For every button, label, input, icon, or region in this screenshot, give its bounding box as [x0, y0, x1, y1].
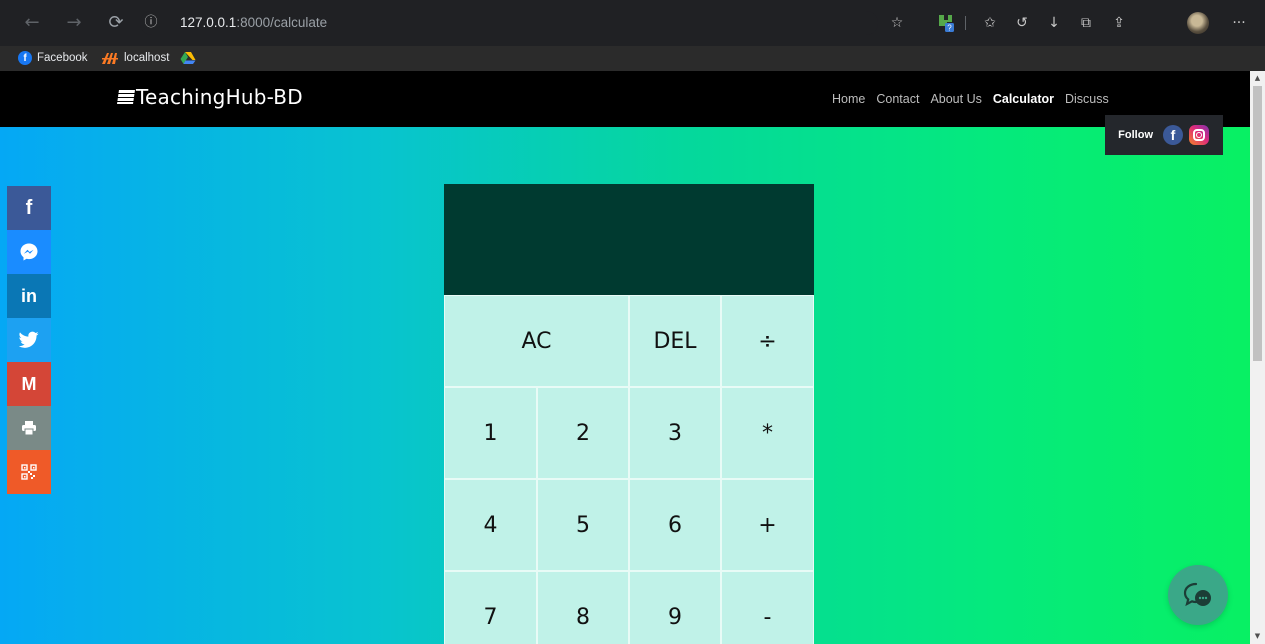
key-1[interactable]: 1 [444, 387, 537, 479]
scroll-down-arrow[interactable]: ▼ [1250, 629, 1265, 644]
back-button[interactable]: ← [20, 8, 44, 38]
xampp-icon [102, 53, 118, 64]
qrcode-icon [21, 464, 37, 480]
key-8[interactable]: 8 [537, 571, 629, 644]
calculator-display [444, 184, 814, 295]
svg-text:?: ? [947, 24, 952, 33]
key-multiply[interactable]: * [721, 387, 814, 479]
twitter-icon [19, 331, 39, 348]
toolbar-divider [965, 16, 966, 30]
key-5[interactable]: 5 [537, 479, 629, 571]
print-icon [22, 421, 36, 436]
instagram-follow-icon[interactable] [1189, 125, 1209, 145]
forward-button[interactable]: → [62, 8, 86, 38]
share-messenger-button[interactable] [7, 230, 51, 274]
chat-button[interactable] [1168, 565, 1228, 625]
google-drive-icon [180, 52, 196, 64]
follow-label: Follow [1118, 129, 1153, 141]
browser-toolbar: ← → ⟳ ⓘ 127.0.0.1:8000/calculate ☆ ? ✩ ↺… [0, 0, 1265, 46]
scroll-up-arrow[interactable]: ▲ [1250, 71, 1265, 86]
share-linkedin-button[interactable]: in [7, 274, 51, 318]
address-bar[interactable]: ⓘ 127.0.0.1:8000/calculate [140, 11, 878, 35]
favorites-icon[interactable]: ✩ [979, 12, 1001, 34]
nav-link-contact[interactable]: Contact [876, 92, 919, 106]
share-icon[interactable]: ⇪ [1108, 12, 1130, 34]
key-divide[interactable]: ÷ [721, 295, 814, 387]
chat-icon [1183, 582, 1211, 607]
key-6[interactable]: 6 [629, 479, 721, 571]
brand-logo[interactable]: TeachingHub-BD [117, 85, 303, 109]
bookmark-localhost[interactable]: localhost [101, 49, 169, 67]
key-del[interactable]: DEL [629, 295, 721, 387]
nav-links: Home Contact About Us Calculator Discuss [832, 92, 1109, 106]
bookmark-facebook[interactable]: f Facebook [18, 49, 88, 67]
page-viewport: TeachingHub-BD Home Contact About Us Cal… [0, 71, 1265, 644]
nav-link-discuss[interactable]: Discuss [1065, 92, 1109, 106]
history-icon[interactable]: ↺ [1011, 12, 1033, 34]
site-info-icon[interactable]: ⓘ [140, 12, 162, 34]
share-print-button[interactable] [7, 406, 51, 450]
book-stack-icon [117, 90, 135, 104]
reload-button[interactable]: ⟳ [104, 8, 128, 38]
scrollbar-thumb[interactable] [1253, 86, 1262, 361]
url-path: :8000/calculate [236, 15, 328, 30]
key-9[interactable]: 9 [629, 571, 721, 644]
follow-box: Follow f [1105, 115, 1223, 155]
key-ac[interactable]: AC [444, 295, 629, 387]
share-qrcode-button[interactable] [7, 450, 51, 494]
menu-icon[interactable]: ··· [1228, 12, 1250, 34]
key-2[interactable]: 2 [537, 387, 629, 479]
messenger-icon [20, 243, 38, 261]
page-scrollbar[interactable]: ▲ ▼ [1250, 71, 1265, 644]
collections-icon[interactable]: ⧉ [1075, 12, 1097, 34]
url-text[interactable]: 127.0.0.1:8000/calculate [180, 15, 327, 30]
bookmark-label: localhost [124, 52, 170, 64]
site-navbar: TeachingHub-BD Home Contact About Us Cal… [0, 71, 1250, 127]
facebook-icon: f [18, 51, 32, 65]
share-gmail-button[interactable]: M [7, 362, 51, 406]
linkedin-icon: in [21, 285, 37, 306]
bookmark-google-drive[interactable] [180, 49, 196, 67]
key-7[interactable]: 7 [444, 571, 537, 644]
facebook-icon: f [25, 196, 33, 219]
nav-link-about[interactable]: About Us [930, 92, 981, 106]
key-plus[interactable]: + [721, 479, 814, 571]
social-share-bar: f in M [7, 186, 51, 494]
share-facebook-button[interactable]: f [7, 186, 51, 230]
nav-link-calculator[interactable]: Calculator [993, 92, 1054, 106]
bookmark-label: Facebook [37, 52, 88, 64]
profile-avatar[interactable] [1187, 12, 1209, 34]
extension-icon[interactable]: ? [935, 12, 955, 32]
bookmarks-bar: f Facebook localhost [0, 46, 1265, 71]
downloads-icon[interactable]: ↓ [1043, 12, 1065, 34]
brand-text: TeachingHub-BD [136, 85, 303, 109]
url-host: 127.0.0.1 [180, 15, 237, 30]
nav-link-home[interactable]: Home [832, 92, 865, 106]
key-3[interactable]: 3 [629, 387, 721, 479]
address-row: ← → ⟳ ⓘ 127.0.0.1:8000/calculate ☆ ? ✩ ↺… [0, 8, 1265, 38]
facebook-follow-icon[interactable]: f [1163, 125, 1183, 145]
gmail-icon: M [21, 373, 37, 394]
share-twitter-button[interactable] [7, 318, 51, 362]
key-minus[interactable]: - [721, 571, 814, 644]
add-favorite-icon[interactable]: ☆ [886, 12, 908, 34]
key-4[interactable]: 4 [444, 479, 537, 571]
calculator: AC DEL ÷ 1 2 3 * 4 5 6 + 7 8 9 - [444, 184, 814, 644]
